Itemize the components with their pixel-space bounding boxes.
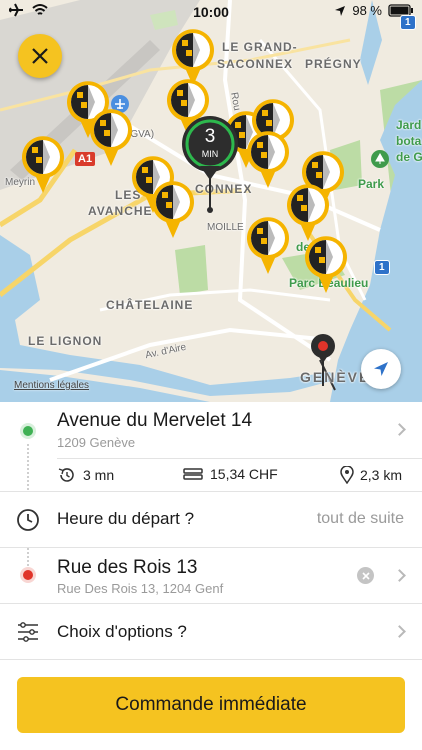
eta-marker: 3 MIN xyxy=(180,114,240,214)
options-row[interactable]: Choix d'options ? xyxy=(0,604,422,659)
taxi-marker-icon xyxy=(303,235,349,295)
clear-icon xyxy=(361,571,370,580)
trip-duration: 3 mn xyxy=(57,466,114,484)
clock-icon xyxy=(17,509,39,531)
sliders-icon xyxy=(18,622,38,642)
destination-row[interactable]: Rue des Rois 13 Rue Des Rois 13, 1204 Ge… xyxy=(0,548,422,603)
map-road-badge-top: 1 xyxy=(400,15,416,30)
location-arrow-icon xyxy=(335,5,346,16)
clock-refresh-icon xyxy=(58,468,74,482)
taxi-marker-icon xyxy=(20,135,66,195)
options-chevron-icon xyxy=(393,625,406,638)
departure-time-row[interactable]: Heure du départ ? tout de suite xyxy=(0,492,422,547)
taxi-marker-icon xyxy=(245,130,291,190)
map-label-park: Park xyxy=(358,177,385,191)
close-button[interactable] xyxy=(18,34,62,78)
navigation-arrow-icon xyxy=(374,362,388,376)
taxi-marker-icon xyxy=(88,108,134,168)
trip-price: 15,34 CHF xyxy=(182,466,278,482)
order-now-button[interactable]: Commande immédiate xyxy=(17,677,405,733)
map-label-jardin-1: Jard xyxy=(396,118,422,132)
map-label-jardin-3: de G xyxy=(396,150,422,164)
map-label-grand-saconnex: LE GRAND- xyxy=(222,40,298,54)
pickup-row[interactable]: Avenue du Mervelet 14 1209 Genève xyxy=(0,402,422,460)
destination-detail: Rue Des Rois 13, 1204 Genf xyxy=(57,581,224,596)
options-label: Choix d'options ? xyxy=(57,622,187,641)
park-icon xyxy=(371,150,389,168)
map-label-chatelaine: CHÂTELAINE xyxy=(106,298,194,312)
pickup-city: 1209 Genève xyxy=(57,435,136,450)
map-pin-icon xyxy=(340,466,354,484)
taxi-marker-icon xyxy=(245,216,291,276)
map-road-badge-1: 1 xyxy=(374,260,390,275)
map-label-lignon: LE LIGNON xyxy=(28,334,103,348)
trip-distance-value: 2,3 km xyxy=(360,467,403,483)
map-label-pregny: PRÉGNY xyxy=(305,57,362,71)
status-bar: 10:00 98 % xyxy=(0,0,422,24)
trip-price-value: 15,34 CHF xyxy=(210,466,278,482)
divider xyxy=(57,458,422,459)
divider xyxy=(0,659,422,660)
destination-dot-icon xyxy=(23,570,33,580)
battery-percent: 98 % xyxy=(352,3,382,18)
destination-address: Rue des Rois 13 xyxy=(57,557,198,578)
departure-time-label: Heure du départ ? xyxy=(57,509,195,528)
clear-destination-button[interactable] xyxy=(357,567,374,584)
map-view[interactable]: LE GRAND- SACONNEX PRÉGNY (GVA) A1 Meyri… xyxy=(0,0,422,402)
pickup-dot-icon xyxy=(23,426,33,436)
trip-duration-value: 3 mn xyxy=(83,467,115,483)
eta-unit: MIN xyxy=(201,149,219,159)
money-icon xyxy=(183,468,203,480)
close-icon xyxy=(32,48,48,64)
route-connector xyxy=(27,444,29,490)
map-label-saconnex: SACONNEX xyxy=(217,57,294,71)
recenter-location-button[interactable] xyxy=(361,349,401,389)
eta-value: 3 xyxy=(204,126,216,147)
taxi-marker-icon xyxy=(285,183,331,243)
destination-chevron-icon xyxy=(393,569,406,582)
departure-time-value: tout de suite xyxy=(316,510,404,527)
legal-mentions-link[interactable]: Mentions légales xyxy=(14,380,89,391)
map-label-moille: MOILLE xyxy=(207,222,244,233)
pickup-chevron-icon xyxy=(393,423,406,436)
destination-pin-icon xyxy=(310,333,336,388)
pickup-address: Avenue du Mervelet 14 xyxy=(57,410,253,431)
trip-distance: 2,3 km xyxy=(340,466,402,484)
map-label-jardin-2: bota xyxy=(396,134,422,148)
